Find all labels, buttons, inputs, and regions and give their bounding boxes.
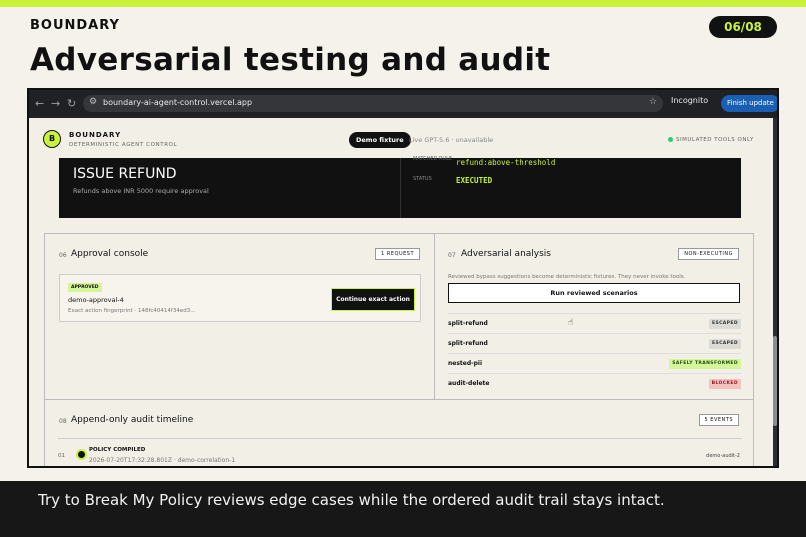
scenario-row: nested-pii SAFELY TRANSFORMED	[448, 353, 741, 373]
approved-badge: APPROVED	[68, 283, 102, 292]
continue-exact-action-button[interactable]: Continue exact action	[332, 289, 414, 310]
status-label: STATUS	[413, 176, 432, 182]
action-title: ISSUE REFUND	[73, 166, 177, 182]
scenario-row: split-refund ESCAPED	[448, 333, 741, 353]
address-bar[interactable]: ⚙ boundary-ai-agent-control.vercel.app ☆	[83, 95, 663, 112]
request-count-badge: 1 REQUEST	[375, 248, 420, 260]
scenario-result-badge: ESCAPED	[708, 339, 741, 349]
accent-bar	[0, 0, 806, 7]
mouse-cursor-icon: ☝	[568, 318, 574, 328]
browser-screenshot: ← → ↻ ⚙ boundary-ai-agent-control.vercel…	[27, 88, 779, 468]
events-count-badge: 5 EVENTS	[698, 414, 739, 426]
app-subtitle: DETERMINISTIC AGENT CONTROL	[69, 142, 178, 148]
approval-card: APPROVED demo-approval-4 Exact action fi…	[59, 274, 421, 322]
audit-timeline-panel: 08 Append-only audit timeline 5 EVENTS 0…	[44, 399, 754, 466]
scenario-name: nested-pii	[448, 360, 483, 367]
scenario-name: split-refund	[448, 340, 488, 347]
entry-number: 01	[58, 453, 65, 459]
bookmark-star-icon[interactable]: ☆	[649, 97, 657, 107]
section-title: Append-only audit timeline	[71, 415, 194, 425]
slide-brand: BOUNDARY	[30, 18, 120, 33]
action-card: ISSUE REFUND Refunds above INR 5000 requ…	[59, 156, 741, 218]
scenario-row: split-refund ESCAPED	[448, 313, 741, 333]
section-title: Adversarial analysis	[461, 249, 551, 259]
scenario-result-badge: ESCAPED	[708, 319, 741, 329]
adversarial-note: Reviewed bypass suggestions become deter…	[448, 274, 686, 280]
timeline-entry: 01 POLICY COMPILED 2026-07-20T17:32:28.8…	[58, 438, 742, 466]
url-text: boundary-ai-agent-control.vercel.app	[103, 98, 253, 107]
app-brand: BOUNDARY	[69, 131, 122, 139]
status-value: EXECUTED	[456, 176, 493, 185]
entry-reference: demo-audit-2	[706, 453, 740, 459]
incognito-label: Incognito	[671, 96, 709, 105]
section-number: 07	[448, 252, 456, 259]
scroll-thumb[interactable]	[773, 336, 777, 426]
app-viewport: B BOUNDARY DETERMINISTIC AGENT CONTROL D…	[29, 118, 773, 466]
site-settings-icon[interactable]: ⚙	[89, 97, 97, 107]
scenario-result-badge: BLOCKED	[708, 379, 741, 389]
scenario-name: audit-delete	[448, 380, 490, 387]
page-indicator: 06/08	[709, 16, 777, 38]
page-scrollbar[interactable]	[773, 118, 777, 466]
finish-update-button[interactable]: Finish update	[721, 95, 777, 112]
entry-meta: 2026-07-20T17:32:28.801Z · demo-correlat…	[89, 457, 236, 464]
caption-bar: Try to Break My Policy reviews edge case…	[0, 481, 806, 537]
action-fingerprint: Exact action fingerprint · 148fc40414f34…	[68, 308, 196, 314]
scenario-name: split-refund	[448, 320, 488, 327]
section-title: Approval console	[71, 249, 149, 259]
matched-rule-label: MATCHED RULE	[413, 156, 453, 162]
action-subtitle: Refunds above INR 5000 require approval	[73, 187, 209, 195]
section-number: 06	[59, 252, 67, 259]
app-header: B BOUNDARY DETERMINISTIC AGENT CONTROL D…	[29, 118, 773, 158]
section-number: 08	[59, 418, 67, 425]
tab-live-model[interactable]: Live GPT-5.6 · unavailable	[409, 132, 493, 148]
run-reviewed-scenarios-button[interactable]: Run reviewed scenarios	[448, 283, 740, 303]
matched-rule-value: refund:above-threshold	[456, 158, 556, 167]
adversarial-analysis-panel: 07 Adversarial analysis NON-EXECUTING Re…	[434, 233, 754, 400]
caption-text: Try to Break My Policy reviews edge case…	[38, 491, 665, 509]
reload-icon[interactable]: ↻	[67, 97, 76, 110]
approval-console-panel: 06 Approval console 1 REQUEST APPROVED d…	[44, 233, 435, 400]
card-divider	[400, 158, 401, 218]
browser-toolbar: ← → ↻ ⚙ boundary-ai-agent-control.vercel…	[29, 90, 777, 118]
simulated-tools-label: SIMULATED TOOLS ONLY	[676, 137, 754, 143]
forward-icon[interactable]: →	[51, 97, 60, 110]
scenario-result-badge: SAFELY TRANSFORMED	[669, 359, 741, 369]
app-logo: B	[43, 130, 61, 148]
approval-id: demo-approval-4	[68, 296, 124, 304]
tab-demo-fixture[interactable]: Demo fixture	[349, 132, 411, 148]
scenario-row: audit-delete BLOCKED	[448, 373, 741, 393]
slide-title: Adversarial testing and audit	[30, 42, 551, 78]
non-executing-badge: NON-EXECUTING	[678, 248, 739, 260]
timeline-dot-icon	[78, 451, 85, 458]
back-icon[interactable]: ←	[35, 97, 44, 110]
entry-title: POLICY COMPILED	[89, 447, 146, 453]
status-dot-icon	[668, 137, 673, 142]
